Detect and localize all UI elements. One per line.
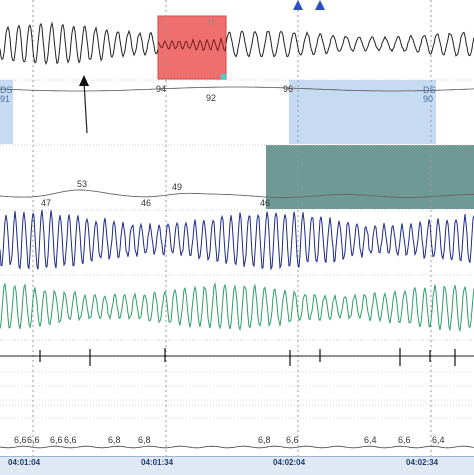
bottom-trace	[0, 445, 474, 449]
bottom-value: 6,8	[258, 435, 271, 445]
marker-handle	[221, 74, 226, 79]
time-label: 04:02:04	[273, 458, 306, 467]
time-axis-bar[interactable]	[0, 456, 474, 475]
signal-canvas	[0, 0, 474, 456]
spo2-value: 96	[283, 84, 294, 94]
nav-arrow-left	[293, 0, 303, 10]
ecg-trace	[0, 21, 159, 66]
teal-event-region	[266, 145, 474, 209]
polysomnography-viewer[interactable]: 04:01:04 04:01:34 04:02:04 04:02:34 H DS…	[0, 0, 474, 475]
time-label: 04:01:04	[8, 458, 41, 467]
red-event-label: H	[208, 18, 214, 27]
bottom-value: 6,6	[14, 435, 27, 445]
time-label: 04:01:34	[141, 458, 174, 467]
channel-value: 46	[141, 198, 152, 208]
channel-value: 49	[172, 182, 183, 192]
teal-event-label: F	[466, 148, 471, 157]
annotation-arrow-shaft	[83, 81, 88, 134]
bottom-value: 6,4	[364, 435, 377, 445]
bottom-value: 6,6	[50, 435, 63, 445]
ds-right-value: 90	[423, 94, 434, 104]
ds-left-value: 91	[0, 94, 11, 104]
effort-trace-thorax	[0, 210, 474, 271]
ecg-trace	[225, 30, 474, 58]
bottom-value: 6,4	[432, 435, 445, 445]
time-label: 04:02:34	[406, 458, 439, 467]
bottom-value: 6,6	[27, 435, 40, 445]
channel-value: 47	[41, 198, 52, 208]
spo2-value: 92	[206, 93, 217, 103]
effort-trace-abdomen	[0, 281, 474, 333]
bottom-value: 6,8	[138, 435, 151, 445]
bottom-value: 6,6	[286, 435, 299, 445]
channel-value: 46	[260, 198, 271, 208]
channel-value: 53	[77, 179, 88, 189]
spo2-value: 94	[156, 84, 167, 94]
bottom-value: 6,6	[64, 435, 77, 445]
nav-arrow-right	[315, 0, 325, 10]
bottom-value: 6,8	[108, 435, 121, 445]
ds-event-region	[289, 80, 436, 144]
bottom-value: 6,6	[398, 435, 411, 445]
